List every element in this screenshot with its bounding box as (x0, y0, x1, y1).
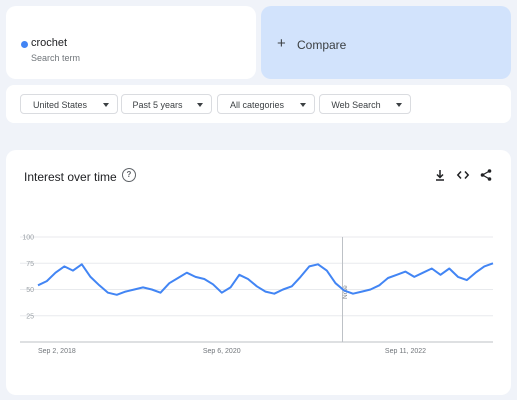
y-tick-label: 75 (26, 261, 34, 268)
series-line-crochet (37, 262, 494, 296)
plus-icon: + (277, 35, 286, 52)
region-dropdown[interactable]: United States (20, 94, 118, 114)
search-term-subtitle: Search term (31, 53, 81, 63)
time-range-dropdown[interactable]: Past 5 years (121, 94, 212, 114)
y-tick-label: 50 (26, 287, 34, 294)
region-dropdown-label: United States (32, 100, 88, 110)
line-chart: 25 50 75 100 Sep 2, 2018 Sep 6, 2020 Sep 11, 2… (20, 235, 494, 355)
series-color-dot (21, 41, 28, 48)
filter-bar: United States Past 5 years All categorie… (6, 85, 511, 123)
compare-label: Compare (297, 38, 347, 52)
search-type-dropdown-label: Web Search (331, 100, 381, 110)
search-term-name[interactable]: crochet (31, 37, 67, 49)
compare-button[interactable]: + Compare (261, 6, 511, 79)
search-type-dropdown[interactable]: Web Search (319, 94, 411, 114)
category-dropdown-label: All categories (229, 100, 285, 110)
caret-down-icon (103, 103, 109, 107)
x-tick-label: Sep 2, 2018 (38, 348, 76, 355)
x-tick-label: Sep 6, 2020 (203, 348, 241, 355)
x-tick-label: Sep 11, 2022 (385, 348, 426, 355)
y-tick-label: 25 (26, 313, 34, 320)
y-tick-label: 100 (22, 235, 34, 242)
time-range-dropdown-label: Past 5 years (132, 100, 183, 110)
caret-down-icon (300, 103, 306, 107)
interest-over-time-card: Interest over time ? 25 50 75 100 Sep 2, 201… (6, 150, 511, 395)
caret-down-icon (396, 103, 402, 107)
search-term-card[interactable]: crochet Search term (6, 6, 256, 79)
category-dropdown[interactable]: All categories (217, 94, 315, 114)
caret-down-icon (197, 103, 203, 107)
